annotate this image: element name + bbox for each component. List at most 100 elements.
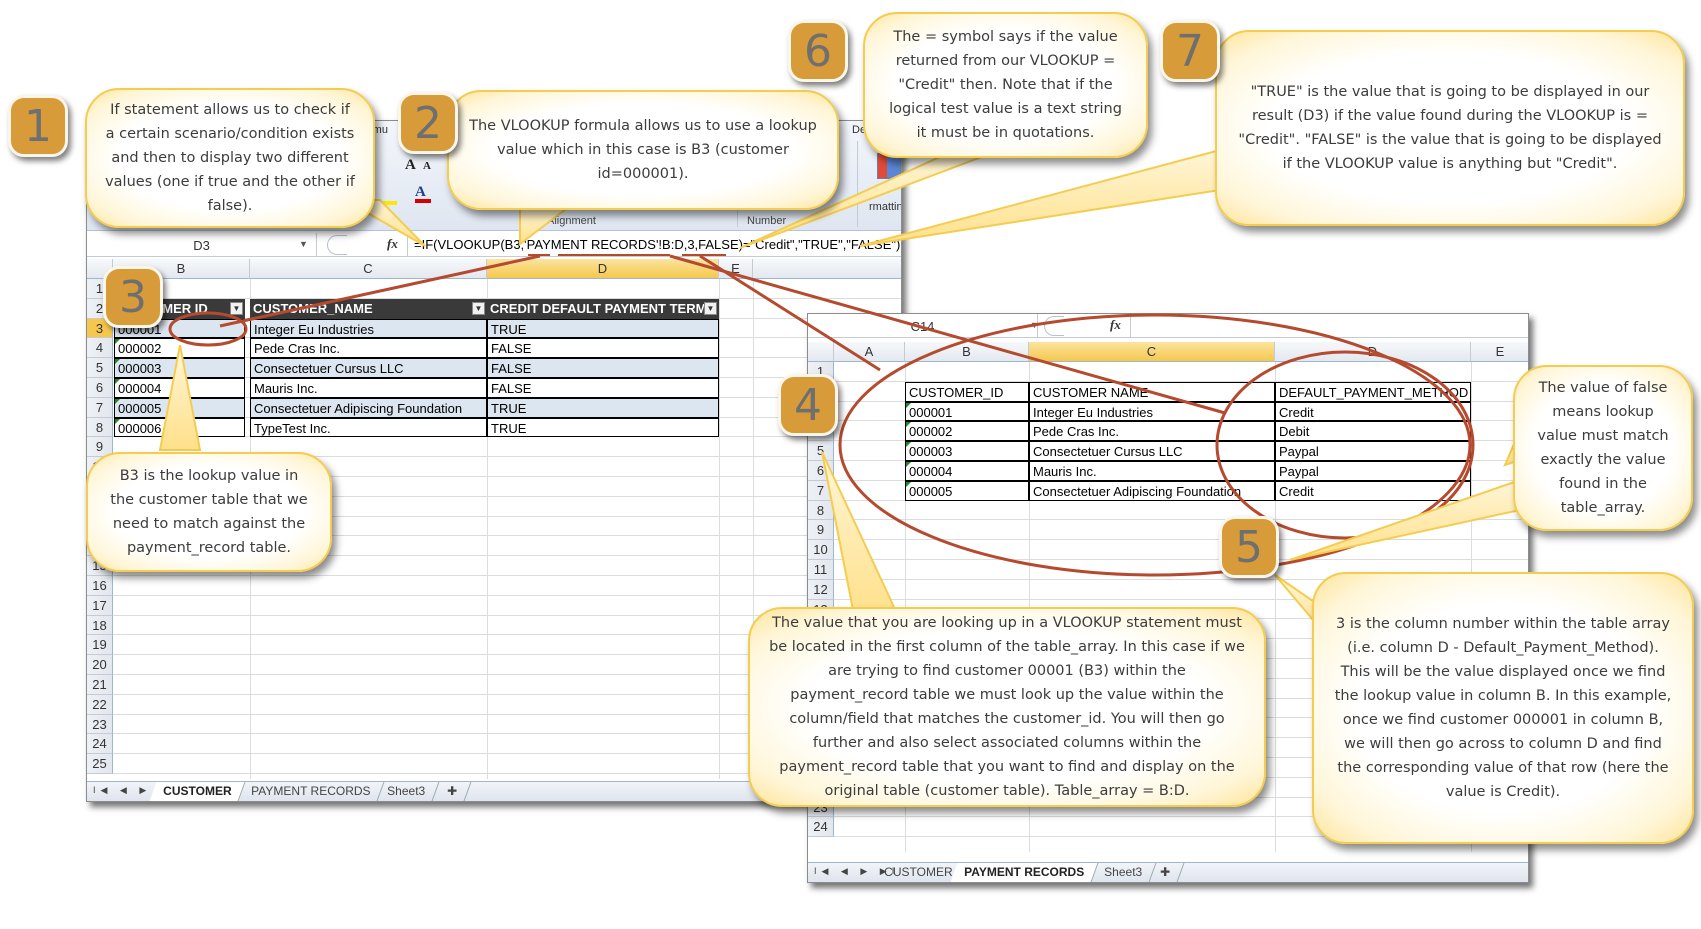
table-cell[interactable]: 000003: [114, 358, 245, 378]
filter-dropdown-icon[interactable]: ▼: [472, 301, 485, 315]
row-header-4[interactable]: 4: [87, 338, 113, 359]
column-header-d[interactable]: D: [487, 259, 719, 279]
row-header-22[interactable]: 22: [87, 694, 113, 715]
table-cell[interactable]: Pede Cras Inc.: [250, 338, 487, 359]
step-badge-5: 5: [1219, 516, 1279, 578]
row-header-9[interactable]: 9: [808, 520, 834, 541]
sheet-tab-payment-records[interactable]: PAYMENT RECORDS: [950, 863, 1099, 882]
name-box-dropdown-icon[interactable]: ▼: [1030, 320, 1039, 330]
column-header-f[interactable]: [753, 259, 901, 279]
row-header-6[interactable]: 6: [808, 461, 834, 481]
conditional-formatting-label[interactable]: Co: [867, 187, 881, 199]
filter-dropdown-icon[interactable]: ▼: [704, 301, 717, 315]
conditional-formatting-label-2[interactable]: rmattin: [869, 201, 901, 213]
row-header-10[interactable]: 10: [808, 540, 834, 560]
table-header-cell[interactable]: DEFAULT_PAYMENT_METHOD: [1275, 381, 1471, 402]
formula-bar-expand-button[interactable]: [1044, 316, 1064, 336]
row-header-12[interactable]: 12: [808, 579, 834, 600]
table-cell[interactable]: Integer Eu Industries: [1029, 401, 1275, 422]
table-cell[interactable]: 000005: [114, 397, 245, 418]
table-cell[interactable]: Consectetuer Cursus LLC: [250, 358, 487, 378]
row-header-6[interactable]: 6: [87, 378, 113, 398]
row-header-8[interactable]: 8: [87, 417, 113, 438]
table-cell[interactable]: TRUE: [487, 417, 719, 438]
name-box-dropdown-icon[interactable]: ▼: [299, 239, 308, 249]
table-header-cell[interactable]: CREDIT DEFAULT PAYMENT TERMS: [487, 298, 719, 319]
table-cell[interactable]: Mauris Inc.: [1029, 461, 1275, 481]
table-cell[interactable]: 000006: [114, 417, 245, 438]
shrink-font-button[interactable]: A: [423, 160, 431, 172]
insert-function-icon[interactable]: fx: [387, 236, 398, 252]
table-cell[interactable]: FALSE: [487, 338, 719, 359]
table-cell[interactable]: Pede Cras Inc.: [1029, 421, 1275, 442]
table-cell[interactable]: TypeTest Inc.: [250, 417, 487, 438]
table-cell[interactable]: Paypal: [1275, 441, 1471, 461]
row-header-19[interactable]: 19: [87, 635, 113, 656]
table-cell[interactable]: Consectetuer Adipiscing Foundation: [250, 397, 487, 418]
table-cell[interactable]: Credit: [1275, 480, 1471, 501]
step-badge-7: 7: [1160, 20, 1220, 82]
row-header-25[interactable]: 25: [87, 754, 113, 774]
table-cell[interactable]: 000002: [114, 338, 245, 359]
table-cell[interactable]: Credit: [1275, 401, 1471, 422]
insert-sheet-icon: ✚: [1160, 865, 1171, 879]
formula-bar-expand-button[interactable]: [327, 235, 347, 255]
row-header-5[interactable]: 5: [87, 358, 113, 378]
table-header-cell[interactable]: CUSTOMER_ID: [905, 381, 1029, 402]
row-header-18[interactable]: 18: [87, 615, 113, 636]
row-header-11[interactable]: 11: [808, 560, 834, 580]
table-cell[interactable]: 000004: [114, 378, 245, 398]
row-header-5[interactable]: 5: [808, 441, 834, 461]
table-cell[interactable]: FALSE: [487, 358, 719, 378]
ribbon-group-number-label: Number: [747, 215, 787, 227]
column-header-c[interactable]: C: [250, 259, 487, 279]
row-header-20[interactable]: 20: [87, 655, 113, 675]
table-cell[interactable]: 000004: [905, 461, 1029, 481]
underline-b3: [528, 254, 550, 256]
row-header-7[interactable]: 7: [87, 397, 113, 418]
row-header-7[interactable]: 7: [808, 480, 834, 501]
insert-sheet-button[interactable]: ✚: [1146, 863, 1185, 882]
select-all-corner[interactable]: [808, 342, 834, 362]
table-cell[interactable]: TRUE: [487, 318, 719, 339]
table-cell[interactable]: Mauris Inc.: [250, 378, 487, 398]
row-header-24[interactable]: 24: [87, 734, 113, 755]
table-cell[interactable]: Debit: [1275, 421, 1471, 442]
table-header-cell[interactable]: CUSTOMER NAME: [1029, 381, 1275, 402]
table-cell[interactable]: 000002: [905, 421, 1029, 442]
table-cell[interactable]: Integer Eu Industries: [250, 318, 487, 339]
sheet-tab-sheet3[interactable]: Sheet3: [373, 782, 440, 801]
name-box[interactable]: D3: [87, 233, 317, 257]
insert-sheet-button[interactable]: ✚: [433, 782, 472, 801]
column-header-e[interactable]: E: [1471, 342, 1528, 362]
row-header-8[interactable]: 8: [808, 500, 834, 521]
table-cell[interactable]: 000005: [905, 480, 1029, 501]
table-cell[interactable]: Paypal: [1275, 461, 1471, 481]
column-header-c[interactable]: C: [1029, 342, 1275, 362]
insert-function-icon[interactable]: fx: [1110, 317, 1121, 333]
table-cell[interactable]: Consectetuer Adipiscing Foundation: [1029, 480, 1275, 501]
row-header-23[interactable]: 23: [87, 714, 113, 735]
table-cell[interactable]: TRUE: [487, 397, 719, 418]
name-box-payment[interactable]: C14: [808, 314, 1038, 338]
formula-input[interactable]: =IF(VLOOKUP(B3,'PAYMENT RECORDS'!B:D,3,F…: [414, 237, 900, 252]
table-cell[interactable]: FALSE: [487, 378, 719, 398]
column-header-b[interactable]: B: [905, 342, 1029, 362]
table-cell[interactable]: 000001: [905, 401, 1029, 422]
fill-color-icon[interactable]: [383, 201, 397, 205]
grow-font-button[interactable]: A: [405, 157, 416, 174]
column-header-e[interactable]: E: [719, 259, 753, 279]
column-header-d[interactable]: D: [1275, 342, 1471, 362]
sheet-tab-payment-records[interactable]: PAYMENT RECORDS: [237, 782, 385, 801]
font-color-button[interactable]: A: [415, 183, 433, 205]
sheet-tab-customer[interactable]: CUSTOMER: [149, 782, 246, 801]
row-header-17[interactable]: 17: [87, 595, 113, 616]
table-header-cell[interactable]: CUSTOMER_NAME: [250, 298, 487, 319]
row-header-21[interactable]: 21: [87, 675, 113, 695]
row-header-16[interactable]: 16: [87, 576, 113, 596]
table-cell[interactable]: Consectetuer Cursus LLC: [1029, 441, 1275, 461]
filter-dropdown-icon[interactable]: ▼: [230, 301, 243, 315]
column-header-a[interactable]: A: [834, 342, 905, 362]
table-cell[interactable]: 000003: [905, 441, 1029, 461]
row-header-24[interactable]: 24: [808, 817, 834, 838]
